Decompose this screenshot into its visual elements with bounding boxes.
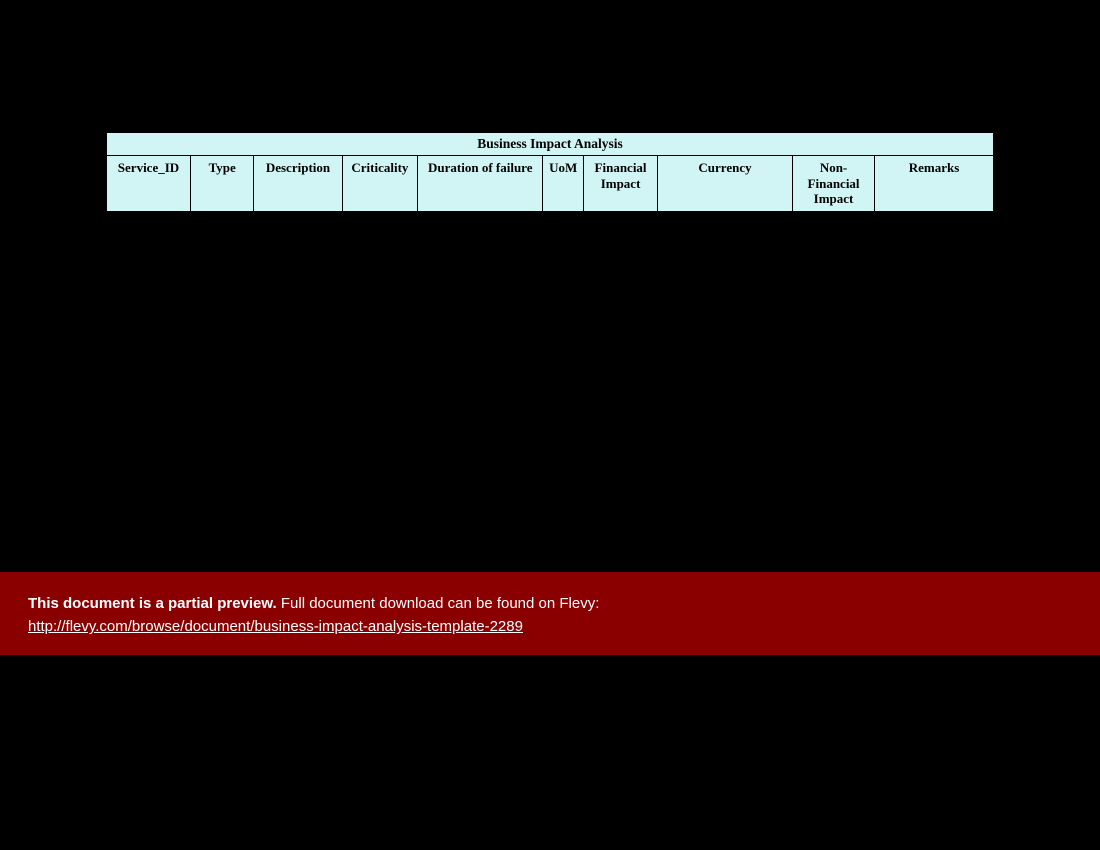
col-duration: Duration of failure xyxy=(418,156,543,212)
col-currency: Currency xyxy=(657,156,792,212)
col-non-financial-impact: Non-Financial Impact xyxy=(793,156,875,212)
col-uom: UoM xyxy=(543,156,584,212)
col-type: Type xyxy=(190,156,253,212)
banner-rest: Full document download can be found on F… xyxy=(277,595,600,612)
col-remarks: Remarks xyxy=(875,156,994,212)
bia-table: Business Impact Analysis Service_ID Type… xyxy=(106,132,994,212)
table-header-row: Service_ID Type Description Criticality … xyxy=(107,156,994,212)
bia-table-container: Business Impact Analysis Service_ID Type… xyxy=(106,132,994,212)
col-service-id: Service_ID xyxy=(107,156,191,212)
col-criticality: Criticality xyxy=(342,156,418,212)
col-description: Description xyxy=(254,156,342,212)
table-title: Business Impact Analysis xyxy=(107,133,994,156)
banner-link[interactable]: http://flevy.com/browse/document/busines… xyxy=(28,618,523,635)
col-financial-impact: Financial Impact xyxy=(584,156,658,212)
preview-banner: This document is a partial preview. Full… xyxy=(0,572,1100,655)
banner-bold: This document is a partial preview. xyxy=(28,595,277,612)
